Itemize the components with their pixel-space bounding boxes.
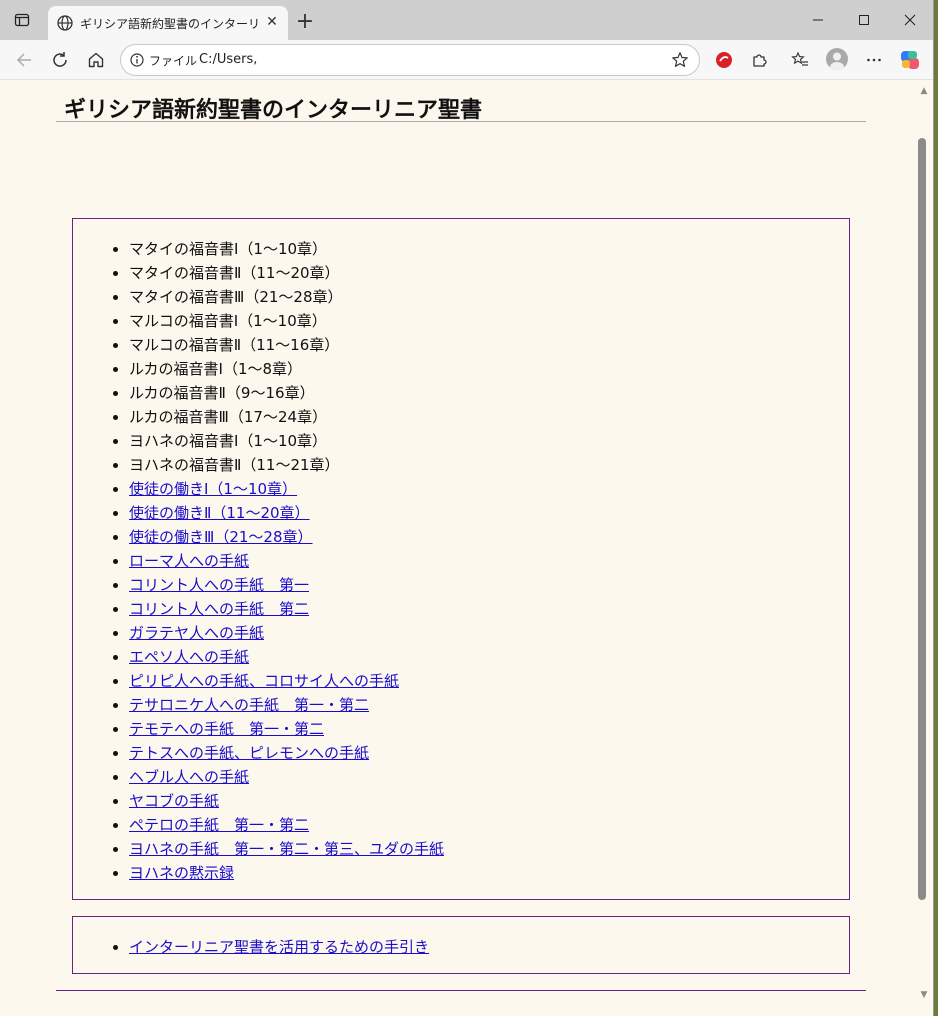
copilot-icon[interactable] <box>896 46 924 74</box>
list-item: ペテロの手紙 第一・第二 <box>129 813 849 837</box>
list-item: マタイの福音書Ⅱ（11～20章） <box>129 261 849 285</box>
list-item: ヨハネの福音書Ⅰ（1～10章） <box>129 429 849 453</box>
bottom-divider <box>56 990 866 991</box>
tab-title: ギリシア語新約聖書のインターリニア聖 <box>80 17 258 31</box>
book-link[interactable]: 使徒の働きⅠ（1～10章） <box>129 480 297 498</box>
title-bar: ギリシア語新約聖書のインターリニア聖 ✕ + <box>0 0 933 40</box>
book-link[interactable]: ヘブル人への手紙 <box>129 768 249 786</box>
list-item: 使徒の働きⅢ（21～28章） <box>129 525 849 549</box>
book-link[interactable]: ピリピ人への手紙、コロサイ人への手紙 <box>129 672 399 690</box>
list-item: ヘブル人への手紙 <box>129 765 849 789</box>
list-item: ヨハネの黙示録 <box>129 861 849 885</box>
list-item: ルカの福音書Ⅰ（1～8章） <box>129 357 849 381</box>
book-link[interactable]: 使徒の働きⅢ（21～28章） <box>129 528 313 546</box>
list-item: テサロニケ人への手紙 第一・第二 <box>129 693 849 717</box>
address-scheme: ファイル <box>149 54 198 68</box>
globe-icon <box>57 15 73 31</box>
list-item: ヨハネの手紙 第一・第二・第三、ユダの手紙 <box>129 837 849 861</box>
list-item: 使徒の働きⅡ（11～20章） <box>129 501 849 525</box>
list-item: マタイの福音書Ⅲ（21～28章） <box>129 285 849 309</box>
close-tab-icon[interactable]: ✕ <box>264 14 280 30</box>
favorite-star-icon[interactable] <box>671 51 689 69</box>
minimize-icon[interactable] <box>795 4 841 36</box>
close-window-icon[interactable] <box>887 4 933 36</box>
list-item: コリント人への手紙 第二 <box>129 597 849 621</box>
refresh-icon[interactable] <box>46 46 74 74</box>
book-link[interactable]: ガラテヤ人への手紙 <box>129 624 264 642</box>
list-item: ルカの福音書Ⅲ（17～24章） <box>129 405 849 429</box>
list-item: ローマ人への手紙 <box>129 549 849 573</box>
list-item: ピリピ人への手紙、コロサイ人への手紙 <box>129 669 849 693</box>
scroll-thumb[interactable] <box>918 138 926 900</box>
info-icon[interactable] <box>130 53 144 67</box>
tab-actions-icon[interactable] <box>12 10 32 30</box>
book-link[interactable]: エペソ人への手紙 <box>129 648 249 666</box>
book-link[interactable]: ローマ人への手紙 <box>129 552 249 570</box>
list-item: コリント人への手紙 第一 <box>129 573 849 597</box>
security-extension-icon[interactable] <box>710 46 738 74</box>
list-item: マルコの福音書Ⅰ（1～10章） <box>129 309 849 333</box>
book-link[interactable]: コリント人への手紙 第二 <box>129 600 309 618</box>
list-item: ガラテヤ人への手紙 <box>129 621 849 645</box>
profile-avatar[interactable] <box>826 48 848 70</box>
scroll-down-arrow-icon[interactable]: ▼ <box>918 990 930 1000</box>
book-link[interactable]: テサロニケ人への手紙 第一・第二 <box>129 696 369 714</box>
tab-active[interactable]: ギリシア語新約聖書のインターリニア聖 ✕ <box>48 6 288 40</box>
list-item: テモテへの手紙 第一・第二 <box>129 717 849 741</box>
guide-box: インターリニア聖書を活用するための手引き <box>72 916 850 974</box>
book-link[interactable]: ペテロの手紙 第一・第二 <box>129 816 309 834</box>
scroll-up-arrow-icon[interactable]: ▲ <box>918 86 930 96</box>
guide-link[interactable]: インターリニア聖書を活用するための手引き <box>129 938 429 956</box>
home-icon[interactable] <box>82 46 110 74</box>
new-tab-button[interactable]: + <box>292 9 318 34</box>
list-item: インターリニア聖書を活用するための手引き <box>129 935 849 959</box>
book-link[interactable]: ヤコブの手紙 <box>129 792 219 810</box>
book-link[interactable]: 使徒の働きⅡ（11～20章） <box>129 504 310 522</box>
extensions-puzzle-icon[interactable] <box>746 46 774 74</box>
back-arrow-icon[interactable] <box>10 46 38 74</box>
book-link[interactable]: テトスへの手紙、ピレモンへの手紙 <box>129 744 369 762</box>
book-list-box: マタイの福音書Ⅰ（1～10章） マタイの福音書Ⅱ（11～20章） マタイの福音書… <box>72 218 850 900</box>
page-title: ギリシア語新約聖書のインターリニア聖書 <box>64 98 483 123</box>
book-link[interactable]: ヨハネの黙示録 <box>129 864 234 882</box>
more-options-icon[interactable] <box>860 46 888 74</box>
list-item: エペソ人への手紙 <box>129 645 849 669</box>
title-divider <box>56 121 866 122</box>
book-link[interactable]: ヨハネの手紙 第一・第二・第三、ユダの手紙 <box>129 840 444 858</box>
address-bar[interactable]: ファイル C:/Users, <box>120 44 700 76</box>
page-content: ギリシア語新約聖書のインターリニア聖書 マタイの福音書Ⅰ（1～10章） マタイの… <box>0 80 914 1010</box>
favorites-list-icon[interactable] <box>786 46 814 74</box>
book-list: マタイの福音書Ⅰ（1～10章） マタイの福音書Ⅱ（11～20章） マタイの福音書… <box>73 219 849 885</box>
address-url[interactable]: C:/Users, <box>199 52 257 67</box>
guide-list: インターリニア聖書を活用するための手引き <box>73 917 849 959</box>
book-link[interactable]: コリント人への手紙 第一 <box>129 576 309 594</box>
browser-toolbar: ファイル C:/Users, <box>0 40 933 80</box>
list-item: ヤコブの手紙 <box>129 789 849 813</box>
maximize-icon[interactable] <box>841 4 887 36</box>
list-item: マタイの福音書Ⅰ（1～10章） <box>129 237 849 261</box>
list-item: 使徒の働きⅠ（1～10章） <box>129 477 849 501</box>
list-item: ヨハネの福音書Ⅱ（11～21章） <box>129 453 849 477</box>
book-link[interactable]: テモテへの手紙 第一・第二 <box>129 720 324 738</box>
list-item: マルコの福音書Ⅱ（11～16章） <box>129 333 849 357</box>
browser-window: ギリシア語新約聖書のインターリニア聖 ✕ + ファイル C:/Users, <box>0 0 934 1016</box>
list-item: テトスへの手紙、ピレモンへの手紙 <box>129 741 849 765</box>
vertical-scrollbar[interactable]: ▲ ▼ <box>914 80 933 1010</box>
list-item: ルカの福音書Ⅱ（9～16章） <box>129 381 849 405</box>
